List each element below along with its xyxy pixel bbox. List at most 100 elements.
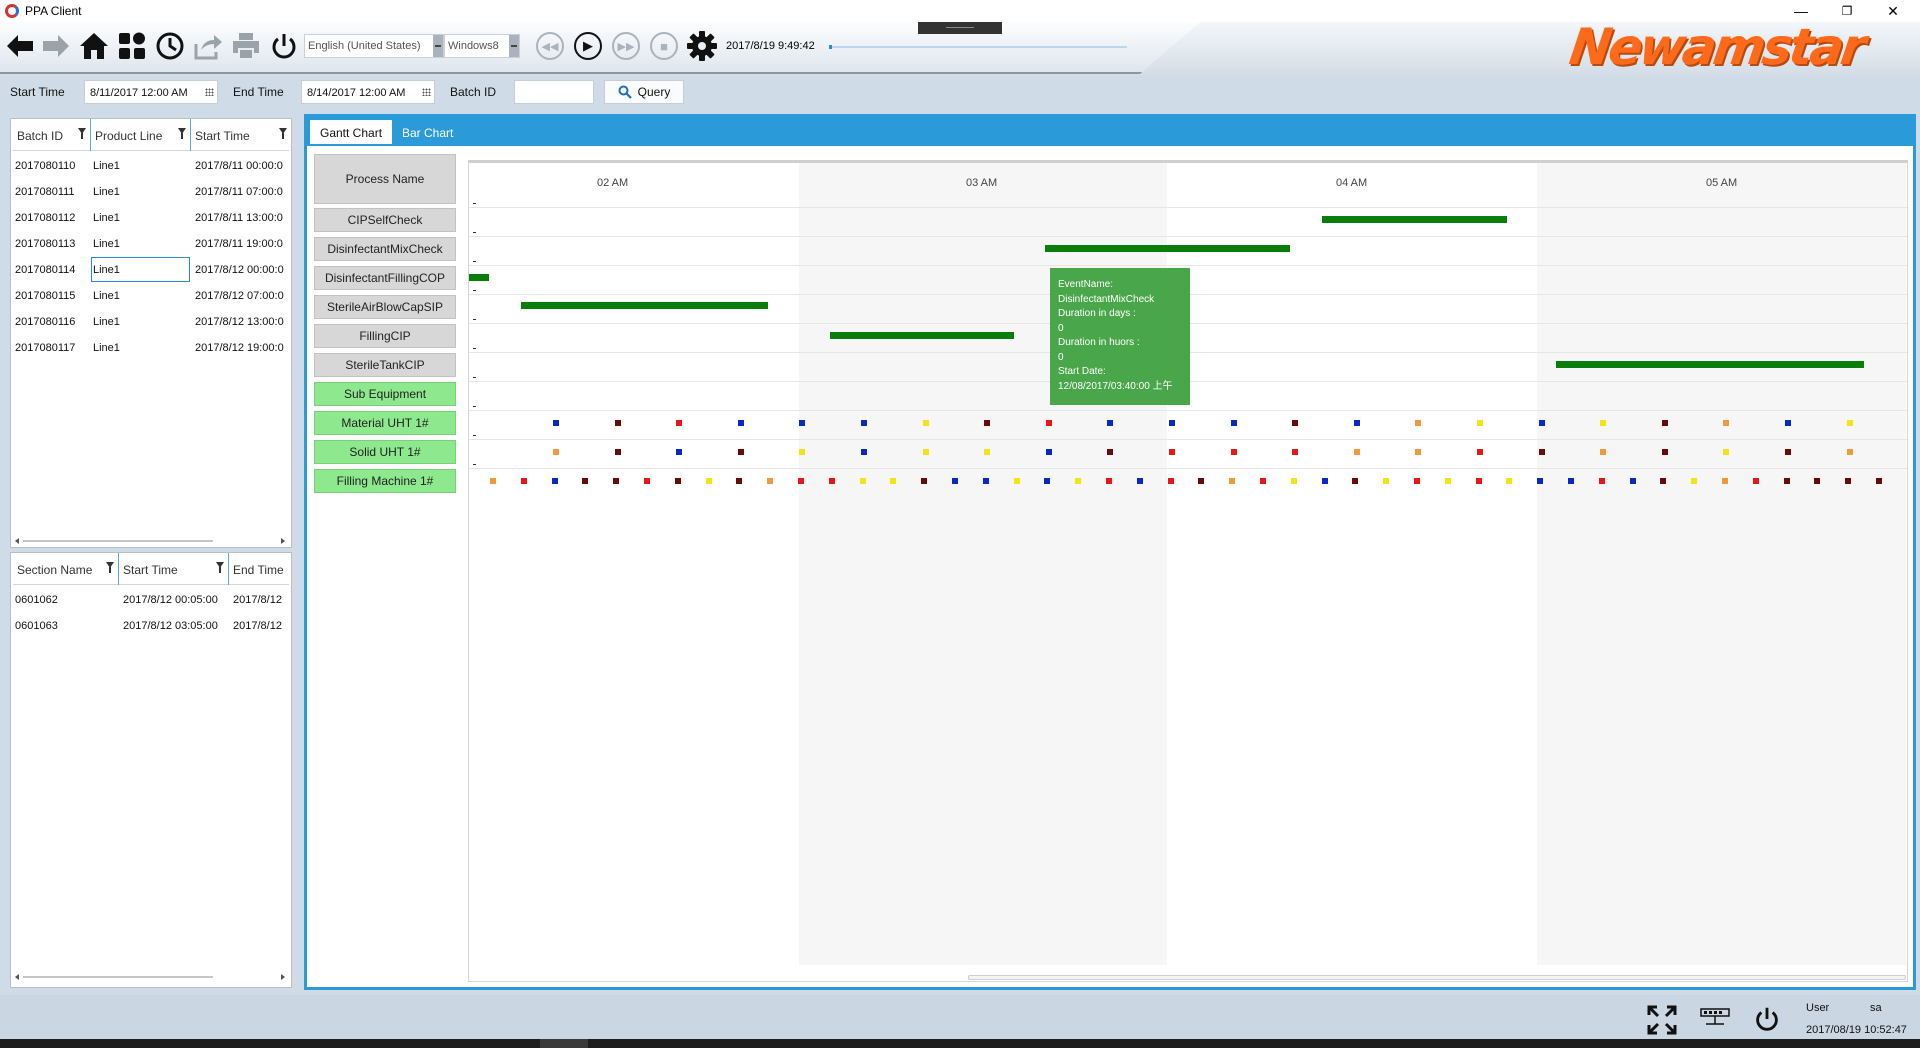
event-marker[interactable] (1415, 449, 1422, 455)
event-marker[interactable] (1477, 420, 1483, 426)
event-marker[interactable] (1230, 420, 1237, 426)
event-marker[interactable] (1353, 449, 1360, 455)
event-marker[interactable] (1783, 478, 1790, 484)
event-marker[interactable] (1383, 478, 1390, 484)
event-marker[interactable] (1723, 420, 1730, 426)
scrollbar-thumb[interactable] (23, 540, 213, 542)
event-marker[interactable] (737, 420, 744, 426)
close-button[interactable]: ✕ (1870, 0, 1916, 22)
filter-funnel-icon[interactable] (216, 562, 224, 573)
event-marker[interactable] (1598, 478, 1605, 484)
event-marker[interactable] (1723, 449, 1730, 455)
event-marker[interactable] (1044, 478, 1051, 484)
event-marker[interactable] (1352, 478, 1359, 484)
event-marker[interactable] (1229, 478, 1236, 484)
fullscreen-icon[interactable] (1646, 1004, 1678, 1039)
event-marker[interactable] (705, 478, 712, 484)
print-icon[interactable] (230, 30, 262, 62)
event-marker[interactable] (1414, 478, 1420, 484)
table-row[interactable]: 0601062 2017/8/12 00:05:00 2017/8/12 (13, 587, 289, 613)
power-icon[interactable] (268, 30, 300, 62)
back-arrow-icon[interactable] (4, 30, 36, 62)
event-marker[interactable] (553, 449, 559, 455)
event-marker[interactable] (861, 449, 867, 455)
event-marker[interactable] (1845, 478, 1852, 484)
event-marker[interactable] (1846, 449, 1853, 455)
table-row[interactable]: 2017080111 Line1 2017/8/11 07:00:0 (13, 179, 289, 205)
event-marker[interactable] (1292, 420, 1299, 426)
stop-button[interactable]: ■ (650, 32, 678, 60)
event-marker[interactable] (613, 478, 620, 484)
event-marker[interactable] (1814, 478, 1821, 484)
table-row[interactable]: 2017080114 Line1 2017/8/12 00:00:0 (13, 257, 289, 283)
event-marker[interactable] (1785, 420, 1791, 426)
table-row[interactable]: 2017080115 Line1 2017/8/12 07:00:0 (13, 283, 289, 309)
event-marker[interactable] (1230, 449, 1237, 455)
event-marker[interactable] (984, 420, 991, 426)
event-marker[interactable] (736, 478, 743, 484)
event-marker[interactable] (1321, 478, 1328, 484)
event-marker[interactable] (1292, 449, 1299, 455)
column-header-section-name[interactable]: Section Name (13, 553, 119, 585)
event-marker[interactable] (828, 478, 835, 484)
batch-id-input[interactable] (514, 80, 594, 104)
theme-select[interactable]: Windows8 (444, 34, 520, 58)
scroll-right-icon[interactable] (281, 538, 285, 544)
event-marker[interactable] (859, 478, 866, 484)
play-button[interactable]: ▶ (574, 32, 602, 60)
process-button[interactable]: DisinfectantMixCheck (314, 237, 456, 261)
process-button[interactable]: SterileAirBlowCapSIP (314, 295, 456, 319)
event-marker[interactable] (1600, 449, 1607, 455)
process-button[interactable]: SterileTankCIP (314, 353, 456, 377)
equipment-button[interactable]: Filling Machine 1# (314, 469, 456, 493)
event-marker[interactable] (1198, 478, 1205, 484)
process-button[interactable]: DisinfectantFillingCOP (314, 266, 456, 290)
filter-funnel-icon[interactable] (178, 128, 186, 139)
calendar-icon[interactable] (205, 88, 214, 96)
event-marker[interactable] (799, 420, 806, 426)
event-marker[interactable] (922, 449, 929, 455)
event-marker[interactable] (644, 478, 650, 484)
event-marker[interactable] (1600, 420, 1607, 426)
timeline-scrollbar[interactable] (968, 975, 1906, 980)
event-marker[interactable] (1075, 478, 1082, 484)
event-marker[interactable] (798, 478, 804, 484)
event-marker[interactable] (1661, 449, 1668, 455)
event-marker[interactable] (1444, 478, 1451, 484)
event-marker[interactable] (1107, 449, 1114, 455)
event-marker[interactable] (922, 420, 929, 426)
table-row[interactable]: 2017080112 Line1 2017/8/11 13:00:0 (13, 205, 289, 231)
scrollbar-thumb[interactable] (23, 976, 213, 978)
event-marker[interactable] (1568, 478, 1574, 484)
network-icon[interactable] (1700, 1006, 1730, 1033)
language-select[interactable]: English (United States) (304, 34, 444, 58)
event-marker[interactable] (1477, 449, 1483, 455)
event-marker[interactable] (1537, 478, 1544, 484)
equipment-button[interactable]: Material UHT 1# (314, 411, 456, 435)
process-button[interactable]: FillingCIP (314, 324, 456, 348)
event-marker[interactable] (1045, 449, 1052, 455)
event-marker[interactable] (520, 478, 527, 484)
horizontal-scrollbar[interactable] (15, 972, 285, 982)
event-marker[interactable] (1722, 478, 1728, 484)
event-marker[interactable] (1045, 420, 1052, 426)
settings-gear-icon[interactable] (686, 30, 718, 62)
event-marker[interactable] (890, 478, 897, 484)
event-marker[interactable] (921, 478, 928, 484)
column-header-start-time[interactable]: Start Time (119, 553, 229, 585)
event-marker[interactable] (1846, 420, 1853, 426)
event-marker[interactable] (676, 449, 683, 455)
event-marker[interactable] (1107, 420, 1114, 426)
scroll-right-icon[interactable] (281, 974, 285, 980)
event-marker[interactable] (1136, 478, 1143, 484)
event-marker[interactable] (1260, 478, 1266, 484)
event-marker[interactable] (676, 420, 683, 426)
table-row[interactable]: 0601063 2017/8/12 03:05:00 2017/8/12 (13, 613, 289, 639)
event-marker[interactable] (767, 478, 774, 484)
horizontal-scrollbar[interactable] (15, 536, 285, 546)
event-marker[interactable] (1169, 420, 1175, 426)
fast-forward-button[interactable]: ▶▶ (612, 32, 640, 60)
event-marker[interactable] (1691, 478, 1698, 484)
history-clock-icon[interactable] (154, 30, 186, 62)
column-header-end-time[interactable]: End Time (229, 553, 291, 585)
